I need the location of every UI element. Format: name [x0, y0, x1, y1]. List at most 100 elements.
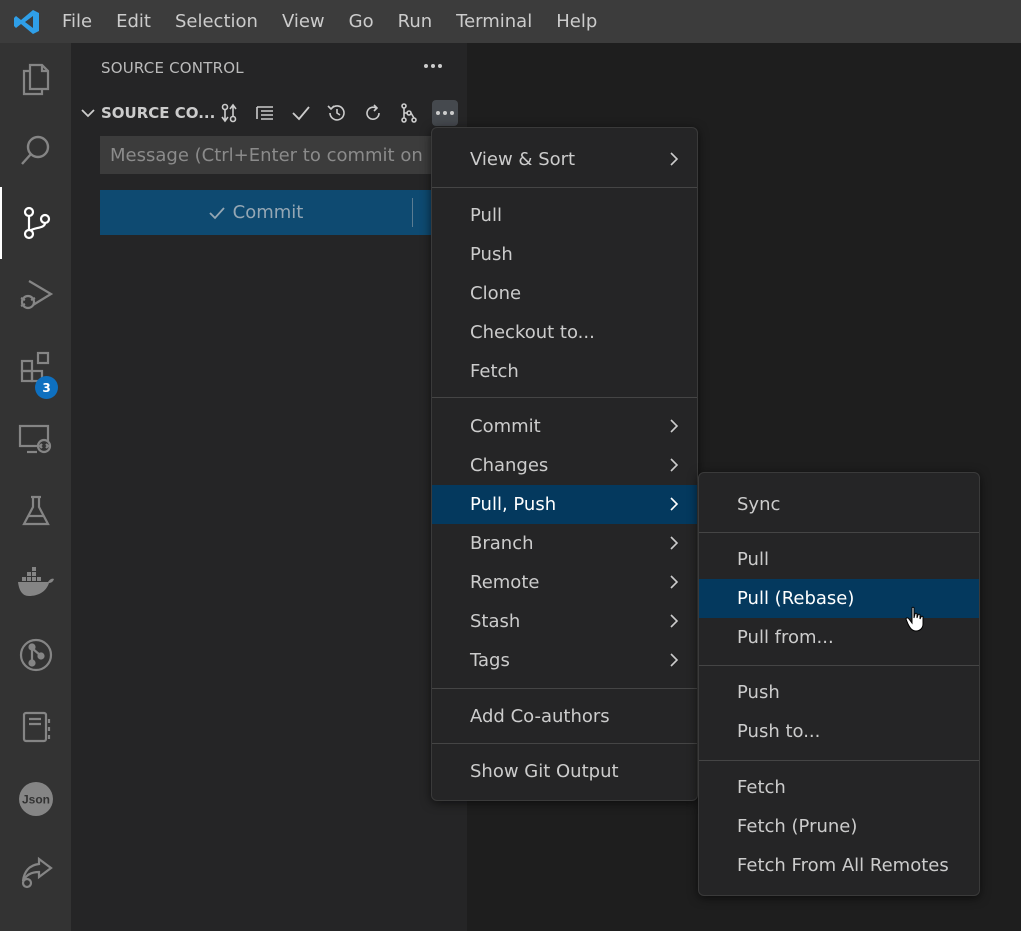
docker-icon[interactable] [0, 547, 71, 619]
git-graph-tool-icon[interactable] [396, 100, 422, 126]
menu-item-label: Checkout to... [470, 322, 595, 343]
chevron-right-icon [670, 614, 679, 628]
submenu-item-pull-from[interactable]: Pull from... [699, 618, 979, 657]
menu-edit[interactable]: Edit [104, 0, 163, 43]
source-control-icon[interactable] [0, 187, 71, 259]
chevron-right-icon [670, 653, 679, 667]
chevron-down-icon [81, 109, 95, 118]
menu-item-label: Sync [737, 494, 781, 515]
menu-item-pull[interactable]: Pull [432, 196, 697, 235]
chevron-right-icon [670, 575, 679, 589]
menu-item-push[interactable]: Push [432, 235, 697, 274]
menu-item-checkout[interactable]: Checkout to... [432, 313, 697, 352]
view-as-tree-icon[interactable] [252, 100, 278, 126]
menu-item-label: Show Git Output [470, 761, 619, 782]
hand-cursor-icon [905, 606, 924, 632]
menu-view[interactable]: View [270, 0, 337, 43]
menu-file[interactable]: File [50, 0, 104, 43]
menu-item-changes[interactable]: Changes [432, 446, 697, 485]
menu-item-label: Push [470, 244, 513, 265]
menu-item-label: Pull [470, 205, 502, 226]
menu-item-stash[interactable]: Stash [432, 602, 697, 641]
menu-item-label: Remote [470, 572, 540, 593]
chevron-right-icon [670, 458, 679, 472]
menu-item-view-sort[interactable]: View & Sort [432, 140, 697, 179]
git-graph-icon[interactable] [0, 619, 71, 691]
source-control-section-header[interactable]: SOURCE CO... [71, 98, 467, 128]
submenu-item-fetch[interactable]: Fetch [699, 768, 979, 807]
submenu-item-pull[interactable]: Pull [699, 540, 979, 579]
submenu-item-push-to[interactable]: Push to... [699, 712, 979, 751]
live-share-icon[interactable] [0, 835, 71, 907]
menu-item-pull-push[interactable]: Pull, Push [432, 485, 697, 524]
chevron-right-icon [670, 419, 679, 433]
menu-item-label: Changes [470, 455, 549, 476]
refresh-icon[interactable] [360, 100, 386, 126]
menu-item-label: View & Sort [470, 149, 576, 170]
search-icon[interactable] [0, 115, 71, 187]
menu-terminal[interactable]: Terminal [444, 0, 544, 43]
files-icon[interactable] [0, 43, 71, 115]
menu-item-show-git-output[interactable]: Show Git Output [432, 752, 697, 791]
commit-message-input[interactable] [100, 136, 440, 174]
menu-item-fetch[interactable]: Fetch [432, 352, 697, 391]
menu-separator [432, 397, 697, 398]
submenu-item-push[interactable]: Push [699, 673, 979, 712]
commit-button[interactable]: Commit [100, 190, 440, 235]
check-icon [209, 206, 225, 219]
title-bar: File Edit Selection View Go Run Terminal… [0, 0, 1021, 43]
git-compare-icon[interactable] [216, 100, 242, 126]
commit-button-divider [412, 198, 413, 227]
menu-item-label: Branch [470, 533, 534, 554]
menu-separator [432, 688, 697, 689]
menu-go[interactable]: Go [337, 0, 386, 43]
activity-bar: 3 Json [0, 43, 71, 931]
chevron-right-icon [670, 497, 679, 511]
more-actions-icon[interactable] [432, 100, 458, 126]
menu-run[interactable]: Run [386, 0, 445, 43]
source-control-more-menu: View & Sort Pull Push Clone Checkout to.… [431, 127, 698, 801]
run-debug-icon[interactable] [0, 259, 71, 331]
commit-check-icon[interactable] [288, 100, 314, 126]
json-icon[interactable]: Json [0, 763, 71, 835]
testing-icon[interactable] [0, 475, 71, 547]
menu-item-label: Clone [470, 283, 522, 304]
menu-bar: File Edit Selection View Go Run Terminal… [50, 0, 609, 43]
menu-item-clone[interactable]: Clone [432, 274, 697, 313]
extensions-icon[interactable]: 3 [0, 331, 71, 403]
menu-selection[interactable]: Selection [163, 0, 270, 43]
commit-button-label: Commit [207, 202, 303, 223]
menu-item-label: Pull (Rebase) [737, 588, 855, 609]
menu-item-label: Add Co-authors [470, 706, 610, 727]
sidebar-title: SOURCE CONTROL [101, 59, 244, 77]
menu-item-label: Commit [470, 416, 541, 437]
section-title: SOURCE CO... [101, 104, 216, 122]
menu-item-commit[interactable]: Commit [432, 407, 697, 446]
sidebar-more-icon[interactable] [420, 53, 446, 79]
vscode-logo-icon [12, 7, 42, 37]
menu-item-tags[interactable]: Tags [432, 641, 697, 680]
menu-separator [699, 532, 979, 533]
notebook-icon[interactable] [0, 691, 71, 763]
svg-text:Json: Json [21, 793, 49, 807]
chevron-right-icon [670, 152, 679, 166]
source-control-sidebar: SOURCE CONTROL SOURCE CO... Message (Ctr… [71, 43, 467, 931]
menu-separator [699, 760, 979, 761]
pull-push-submenu: Sync Pull Pull (Rebase) Pull from... Pus… [698, 472, 980, 896]
menu-item-label: Pull, Push [470, 494, 557, 515]
history-icon[interactable] [324, 100, 350, 126]
menu-item-label: Stash [470, 611, 521, 632]
menu-item-label: Tags [470, 650, 510, 671]
submenu-item-fetch-prune[interactable]: Fetch (Prune) [699, 807, 979, 846]
menu-item-remote[interactable]: Remote [432, 563, 697, 602]
submenu-item-sync[interactable]: Sync [699, 485, 979, 524]
menu-item-label: Push to... [737, 721, 821, 742]
menu-separator [432, 743, 697, 744]
menu-item-branch[interactable]: Branch [432, 524, 697, 563]
menu-help[interactable]: Help [544, 0, 609, 43]
submenu-item-pull-rebase[interactable]: Pull (Rebase) [699, 579, 979, 618]
remote-explorer-icon[interactable] [0, 403, 71, 475]
menu-item-label: Fetch (Prune) [737, 816, 858, 837]
menu-item-add-co-authors[interactable]: Add Co-authors [432, 697, 697, 736]
submenu-item-fetch-all-remotes[interactable]: Fetch From All Remotes [699, 846, 979, 885]
